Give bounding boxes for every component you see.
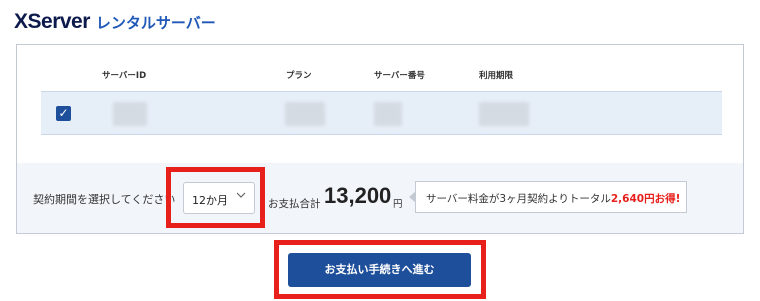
contract-period-value: 12か月 <box>192 194 228 207</box>
chevron-down-icon <box>236 190 246 203</box>
callout-highlight: 2,640円お得! <box>610 193 681 205</box>
header-server-id: サーバーID <box>102 71 147 81</box>
brand-logo: XServer レンタルサーバー <box>14 10 216 36</box>
contract-period-label: 契約期間を選択してください <box>33 193 176 206</box>
header-plan: プラン <box>286 71 312 81</box>
redacted-server-id <box>113 102 147 126</box>
table-row[interactable]: ✓ <box>41 91 722 135</box>
callout-text: サーバー料金が3ヶ月契約よりトータル <box>426 193 611 205</box>
row-checkbox[interactable]: ✓ <box>56 106 71 121</box>
redacted-server-number <box>374 102 402 126</box>
total-unit: 円 <box>393 199 403 210</box>
contract-period-select[interactable]: 12か月 <box>183 182 255 214</box>
total-amount: 13,200 <box>324 183 392 208</box>
brand-subtitle: レンタルサーバー <box>95 14 216 32</box>
table-header: サーバーID プラン サーバー番号 利用期限 <box>17 57 743 87</box>
brand-name: XServer <box>14 10 90 33</box>
total-label: お支払合計 <box>268 198 321 210</box>
header-server-number: サーバー番号 <box>374 71 425 81</box>
redacted-plan <box>285 102 325 126</box>
header-expiry: 利用期限 <box>479 71 514 81</box>
proceed-to-payment-button[interactable]: お支払い手続きへ進む <box>288 253 471 287</box>
savings-callout: サーバー料金が3ヶ月契約よりトータル2,640円お得! <box>409 181 687 213</box>
redacted-expiry <box>479 102 529 126</box>
